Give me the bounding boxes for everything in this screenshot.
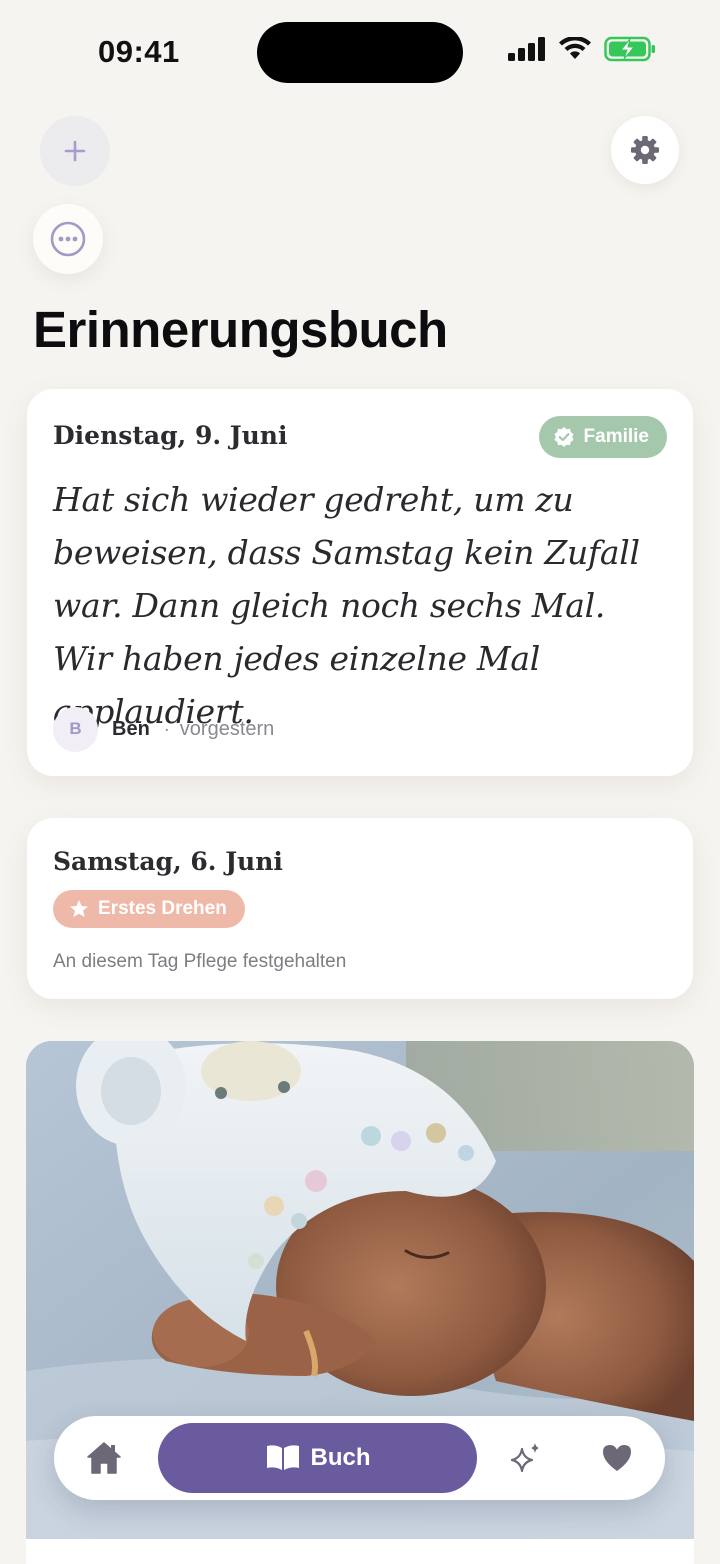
status-bar: 09:41 xyxy=(0,0,720,100)
milestone-date: Samstag, 6. Juni xyxy=(53,847,283,876)
milestone-card[interactable]: Samstag, 6. Juni Erstes Drehen An diesem… xyxy=(27,818,693,999)
entry-text: Hat sich wieder gedreht, um zu beweisen,… xyxy=(53,480,640,731)
entry-date: Dienstag, 9. Juni xyxy=(53,421,288,450)
wifi-icon xyxy=(559,37,591,59)
cellular-signal-icon xyxy=(508,37,545,61)
next-card-edge xyxy=(26,1539,694,1564)
home-icon xyxy=(87,1442,121,1474)
tab-book-label: Buch xyxy=(310,1444,371,1471)
heart-icon xyxy=(603,1445,631,1471)
tab-home[interactable] xyxy=(78,1434,130,1482)
ellipsis-icon xyxy=(50,221,86,257)
plus-icon xyxy=(64,140,86,162)
family-badge-label: Familie xyxy=(583,426,649,447)
more-options-button[interactable] xyxy=(33,204,103,274)
family-badge: Familie xyxy=(538,416,667,458)
tab-favorites[interactable] xyxy=(591,1434,643,1482)
star-icon xyxy=(70,900,88,917)
dynamic-island xyxy=(257,22,463,83)
verified-check-icon xyxy=(553,427,574,447)
milestone-caption: An diesem Tag Pflege festgehalten xyxy=(53,951,347,972)
author-name: Ben xyxy=(112,717,150,740)
separator-dot: · xyxy=(163,718,170,739)
status-icons xyxy=(508,36,656,62)
memory-entry-card[interactable]: Dienstag, 9. Juni Familie Hat sich wiede… xyxy=(27,389,693,776)
open-book-icon xyxy=(266,1445,299,1470)
entry-timestamp: vorgestern xyxy=(179,717,275,740)
gear-icon xyxy=(631,136,659,164)
tab-bar: Buch xyxy=(54,1416,665,1500)
milestone-badge-label: Erstes Drehen xyxy=(98,898,227,919)
add-button[interactable] xyxy=(40,116,110,186)
page-title: Erinnerungsbuch xyxy=(33,301,448,358)
tab-book[interactable]: Buch xyxy=(158,1423,477,1493)
sparkles-icon xyxy=(510,1443,539,1473)
status-time: 09:41 xyxy=(98,34,180,69)
milestone-badge: Erstes Drehen xyxy=(53,890,245,928)
settings-button[interactable] xyxy=(611,116,679,184)
avatar: B xyxy=(53,706,98,752)
author-row: B Ben · vorgestern xyxy=(53,706,274,752)
battery-charging-icon xyxy=(604,36,655,62)
tab-sparkles[interactable] xyxy=(500,1434,552,1482)
